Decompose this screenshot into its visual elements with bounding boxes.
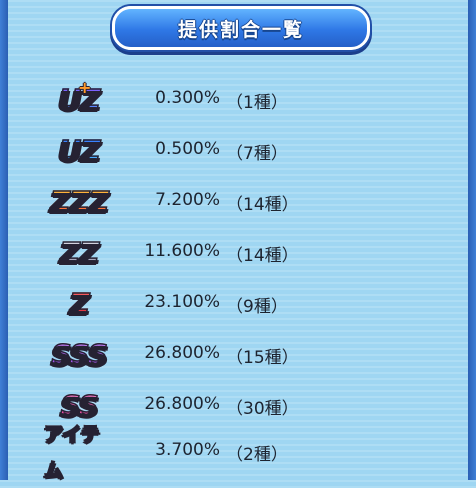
rate-row-uz-plus: UZ + 0.300% （1種） <box>0 78 476 122</box>
rate-value: 26.800% <box>144 394 220 414</box>
rate-value: 11.600% <box>144 241 220 261</box>
rate-value: 23.100% <box>144 292 220 312</box>
type-count: （1種） <box>226 93 288 113</box>
rate-value: 0.300% <box>155 88 220 108</box>
rank-badge-z: Z <box>44 286 114 322</box>
rate-row-sss: SSS 26.800% （15種） <box>0 333 476 377</box>
rate-value: 7.200% <box>155 190 220 210</box>
rank-badge-uz: UZ <box>44 133 114 169</box>
rank-label: Z <box>69 286 91 321</box>
page-title: 提供割合一覧 <box>177 18 304 41</box>
rank-badge-sss: SSS <box>44 337 114 373</box>
rank-label: アイテム <box>43 416 114 488</box>
rate-row-item: アイテム 3.700% （2種） <box>0 422 476 482</box>
rank-label: SSS <box>50 337 108 372</box>
type-count: （9種） <box>226 297 288 317</box>
rate-row-z: Z 23.100% （9種） <box>0 282 476 326</box>
type-count: （15種） <box>226 348 299 368</box>
rank-badge-item: アイテム <box>43 422 114 482</box>
rate-value: 0.500% <box>155 139 220 159</box>
rate-row-zzz: ZZZ 7.200% （14種） <box>0 180 476 224</box>
rank-label: ZZ <box>59 235 100 270</box>
type-count: （2種） <box>226 445 288 465</box>
rank-label: ZZZ <box>49 184 109 219</box>
type-count: （7種） <box>226 144 288 164</box>
type-count: （30種） <box>226 399 299 419</box>
rate-value: 26.800% <box>144 343 220 363</box>
type-count: （14種） <box>226 246 299 266</box>
rate-row-uz: UZ 0.500% （7種） <box>0 129 476 173</box>
plus-mark-icon: + <box>78 78 92 97</box>
rank-badge-zz: ZZ <box>44 235 114 271</box>
rank-label: UZ <box>58 133 102 168</box>
rate-row-zz: ZZ 11.600% （14種） <box>0 231 476 275</box>
type-count: （14種） <box>226 195 299 215</box>
rate-value: 3.700% <box>155 440 220 460</box>
title-banner: 提供割合一覧 <box>112 6 370 50</box>
rank-badge-zzz: ZZZ <box>44 184 114 220</box>
